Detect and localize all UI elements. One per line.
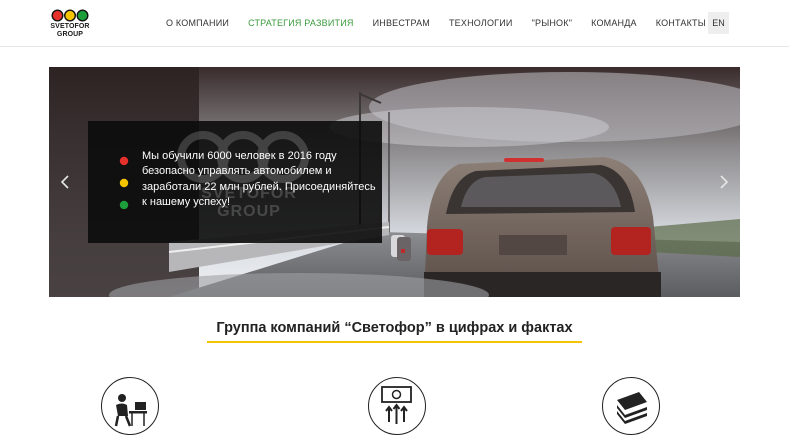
chevron-right-icon (720, 175, 729, 189)
traffic-lights-icon (119, 156, 129, 210)
logo-text: SVETOFOR GROUP (49, 23, 91, 39)
slider-prev-button[interactable] (55, 170, 75, 194)
hero-slider: SVETOFOR GROUP Мы обучили 6000 человек в… (49, 67, 740, 297)
site-header: SVETOFOR GROUP О компании Стратегия разв… (0, 0, 789, 47)
language-label: EN (712, 18, 725, 28)
chevron-left-icon (60, 175, 69, 189)
language-switch-button[interactable]: EN (708, 12, 729, 34)
section-title: Группа компаний “Светофор” в цифрах и фа… (216, 320, 573, 336)
main-nav: О компании Стратегия развития Инвестрам … (166, 0, 725, 46)
nav-item-market[interactable]: "Рынок" (532, 18, 573, 28)
money-stack-icon (602, 377, 660, 435)
nav-item-strategy[interactable]: Стратегия развития (248, 18, 354, 28)
traffic-light-logo-icon (51, 9, 89, 22)
nav-item-team[interactable]: Команда (591, 18, 637, 28)
nav-item-technologies[interactable]: Технологии (449, 18, 513, 28)
title-underline (207, 341, 582, 343)
slider-next-button[interactable] (714, 170, 734, 194)
person-at-desk-icon (101, 377, 159, 435)
nav-item-contacts[interactable]: Контакты (656, 18, 706, 28)
svetofor-logo[interactable]: SVETOFOR GROUP (49, 7, 91, 43)
hero-info-box: SVETOFOR GROUP Мы обучили 6000 человек в… (88, 121, 382, 243)
nav-item-about[interactable]: О компании (166, 18, 229, 28)
money-growth-icon (368, 377, 426, 435)
logo-text-label: SVETOFOR GROUP (50, 23, 90, 38)
hero-text: Мы обучили 6000 человек в 2016 году безо… (142, 150, 376, 208)
nav-item-investors[interactable]: Инвестрам (373, 18, 430, 28)
